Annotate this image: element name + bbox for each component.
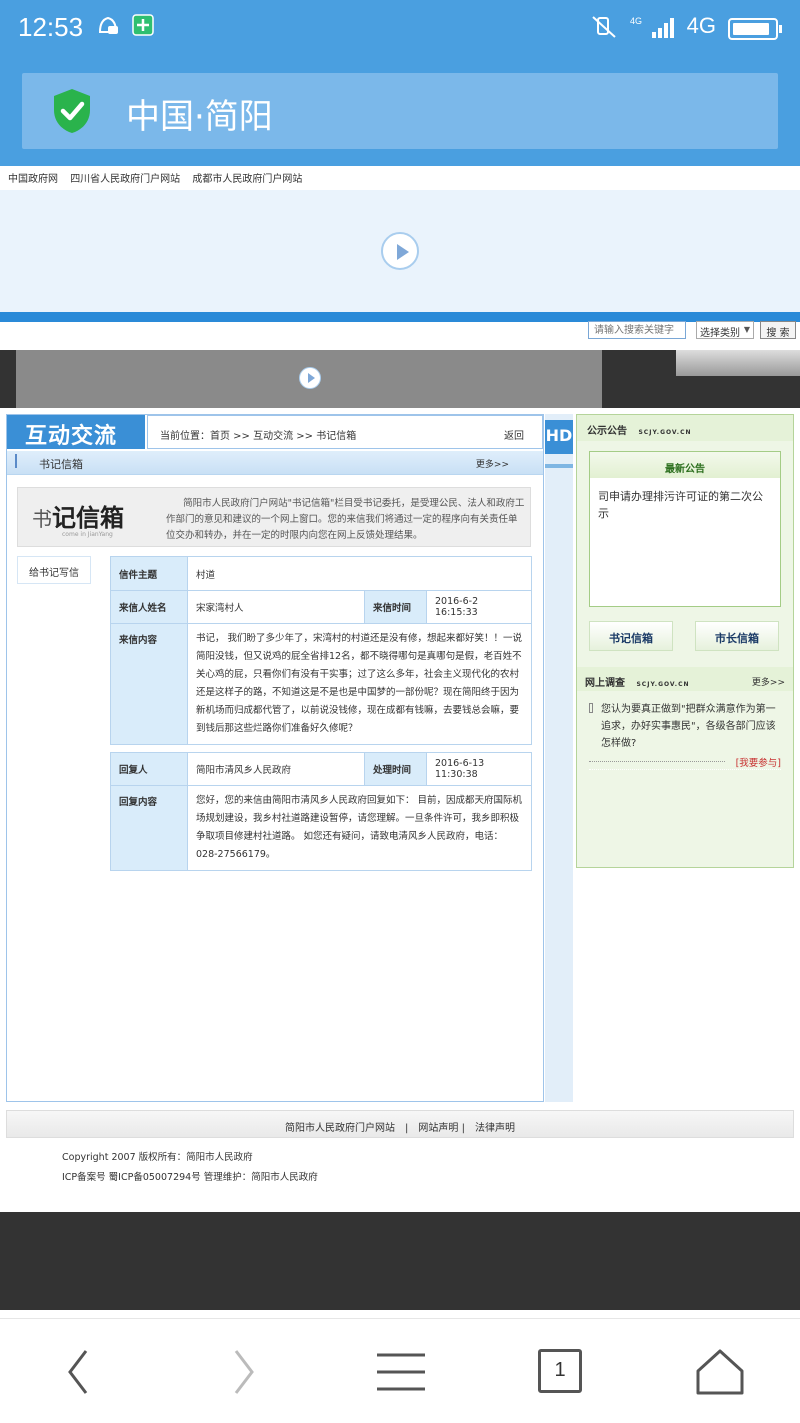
browser-nav-bar: 1 (0, 1318, 800, 1423)
latest-notice-title: 最新公告 (590, 452, 780, 478)
subject-label: 信件主题 (110, 556, 188, 591)
network-type: 4G (686, 13, 716, 38)
battery-icon (728, 18, 782, 40)
subject-value: 村道 (187, 556, 532, 591)
building-image (676, 350, 800, 376)
search-input[interactable] (588, 321, 686, 339)
notice-header: 公示公告 SCJY.GOV.CN (577, 415, 793, 441)
letter-time-value: 2016-6-2 16:15:33 (426, 590, 532, 624)
notice-title: 公示公告 (587, 426, 627, 437)
top-link-gov[interactable]: 中国政府网 (8, 174, 58, 185)
copyright-text: Copyright 2007 版权所有：简阳市人民政府 (62, 1152, 253, 1163)
play-icon[interactable] (381, 232, 419, 270)
bottom-overlay (0, 1212, 800, 1310)
sender-value: 宋家湾村人 (187, 590, 365, 624)
footer-links[interactable]: 简阳市人民政府门户网站 | 网站声明 | 法律声明 (6, 1110, 794, 1138)
top-link-sichuan[interactable]: 四川省人民政府门户网站 (70, 174, 180, 185)
footer-copyright: Copyright 2007 版权所有：简阳市人民政府 ICP备案号 蜀ICP备… (62, 1148, 318, 1188)
intro-box: 书记信箱 come in JianYang 简阳市人民政府门户网站"书记信箱"栏… (17, 487, 531, 547)
sub-header: 书记信箱 更多>> (7, 451, 543, 475)
latest-notice-item[interactable]: 司申请办理排污许可证的第二次公示 (590, 478, 780, 532)
secretary-mailbox-button[interactable]: 书记信箱 (589, 621, 673, 651)
write-letter-button[interactable]: 给书记写信 (17, 556, 91, 584)
tabs-button[interactable]: 1 (530, 1347, 590, 1397)
security-app-icon (132, 14, 154, 41)
survey-question: 您认为要真正做到"把群众满意作为第一追求，办好实事惠民"，各级各部门应该怎样做? (589, 701, 785, 752)
reply-table: 回复人 简阳市清风乡人民政府 处理时间 2016-6-13 11:30:38 回… (110, 752, 532, 871)
address-bar[interactable]: 中国·简阳 (22, 73, 778, 149)
letter-table: 信件主题 村道 来信人姓名 宋家湾村人 来信时间 2016-6-2 16:15:… (110, 556, 532, 745)
svg-text:4G: 4G (630, 16, 642, 26)
survey-title: 网上调查 (585, 678, 625, 689)
intro-text: 简阳市人民政府门户网站"书记信箱"栏目受书记委托，是受理公民、法人和政府工作部门… (166, 498, 525, 541)
notification-icon (96, 14, 120, 43)
replier-value: 简阳市清风乡人民政府 (187, 752, 365, 786)
search-row: 选择类别 ▼ 搜 索 (0, 320, 800, 344)
bullet-icon (589, 703, 593, 713)
more-link[interactable]: 更多>> (476, 457, 509, 470)
hd-divider (545, 464, 573, 468)
reply-content: 您好，您的来信由简阳市清风乡人民政府回复如下： 目前，因成都天府国际机场规划建设… (187, 785, 532, 871)
mute-icon (590, 14, 618, 45)
replier-label: 回复人 (110, 752, 188, 786)
survey-participate[interactable]: [我要参与] (589, 755, 781, 770)
category-label: 选择类别 (700, 328, 740, 339)
status-bar: 12:53 4G 4G (0, 0, 800, 56)
back-icon[interactable] (50, 1347, 110, 1397)
menu-icon[interactable] (371, 1347, 431, 1397)
survey-more-link[interactable]: 更多>> (752, 675, 785, 688)
right-sidebar: 公示公告 SCJY.GOV.CN 最新公告 司申请办理排污许可证的第二次公示 书… (576, 414, 794, 868)
page-title: 中国·简阳 (126, 97, 273, 137)
chevron-down-icon: ▼ (743, 325, 750, 334)
flag-icon (15, 454, 29, 468)
top-link-chengdu[interactable]: 成都市人民政府门户网站 (192, 174, 302, 185)
reply-time-label: 处理时间 (364, 752, 427, 786)
tab-count: 1 (538, 1349, 582, 1393)
survey-site-url: SCJY.GOV.CN (636, 681, 690, 688)
letter-content: 书记， 我们盼了多少年了，宋湾村的村道还是没有修，想起来都好笑！！一说简阳没钱，… (187, 623, 532, 745)
browser-address-area: 中国·简阳 (0, 56, 800, 166)
survey-header: 网上调查 SCJY.GOV.CN 更多>> (577, 667, 793, 691)
section-title: 互动交流 (7, 415, 145, 449)
letter-time-label: 来信时间 (364, 590, 427, 624)
breadcrumb-text: 当前位置：首页 >> 互动交流 >> 书记信箱 (160, 431, 357, 442)
mayor-mailbox-button[interactable]: 市长信箱 (695, 621, 779, 651)
signal-icon: 4G (630, 14, 680, 45)
top-links: 中国政府网 四川省人民政府门户网站 成都市人民政府门户网站 (8, 170, 311, 185)
sender-label: 来信人姓名 (110, 590, 188, 624)
forward-icon[interactable] (212, 1347, 272, 1397)
sub-title: 书记信箱 (39, 458, 83, 471)
play-icon-small[interactable] (299, 367, 321, 389)
banner-strip (0, 350, 800, 408)
status-time: 12:53 (18, 12, 84, 42)
latest-notice-box: 最新公告 司申请办理排污许可证的第二次公示 (589, 451, 781, 607)
search-button[interactable]: 搜 索 (760, 321, 796, 339)
mailbox-logo: 书记信箱 come in JianYang (32, 503, 124, 538)
category-select[interactable]: 选择类别 ▼ (696, 321, 754, 339)
icp-text: ICP备案号 蜀ICP备05007294号 管理维护：简阳市人民政府 (62, 1172, 318, 1183)
site-url: SCJY.GOV.CN (638, 429, 692, 436)
home-icon[interactable] (690, 1347, 750, 1397)
breadcrumb: 当前位置：首页 >> 互动交流 >> 书记信箱 返回 (147, 415, 543, 449)
secure-shield-icon (54, 89, 90, 133)
hd-label: HD (545, 420, 573, 454)
reply-time-value: 2016-6-13 11:30:38 (426, 752, 532, 786)
reply-content-label: 回复内容 (110, 785, 188, 871)
banner-video[interactable] (0, 190, 800, 312)
hd-strip: HD (545, 414, 573, 1102)
back-link[interactable]: 返回 (504, 427, 524, 442)
content-label: 来信内容 (110, 623, 188, 745)
main-content: 互动交流 当前位置：首页 >> 互动交流 >> 书记信箱 返回 书记信箱 更多>… (6, 414, 544, 1102)
